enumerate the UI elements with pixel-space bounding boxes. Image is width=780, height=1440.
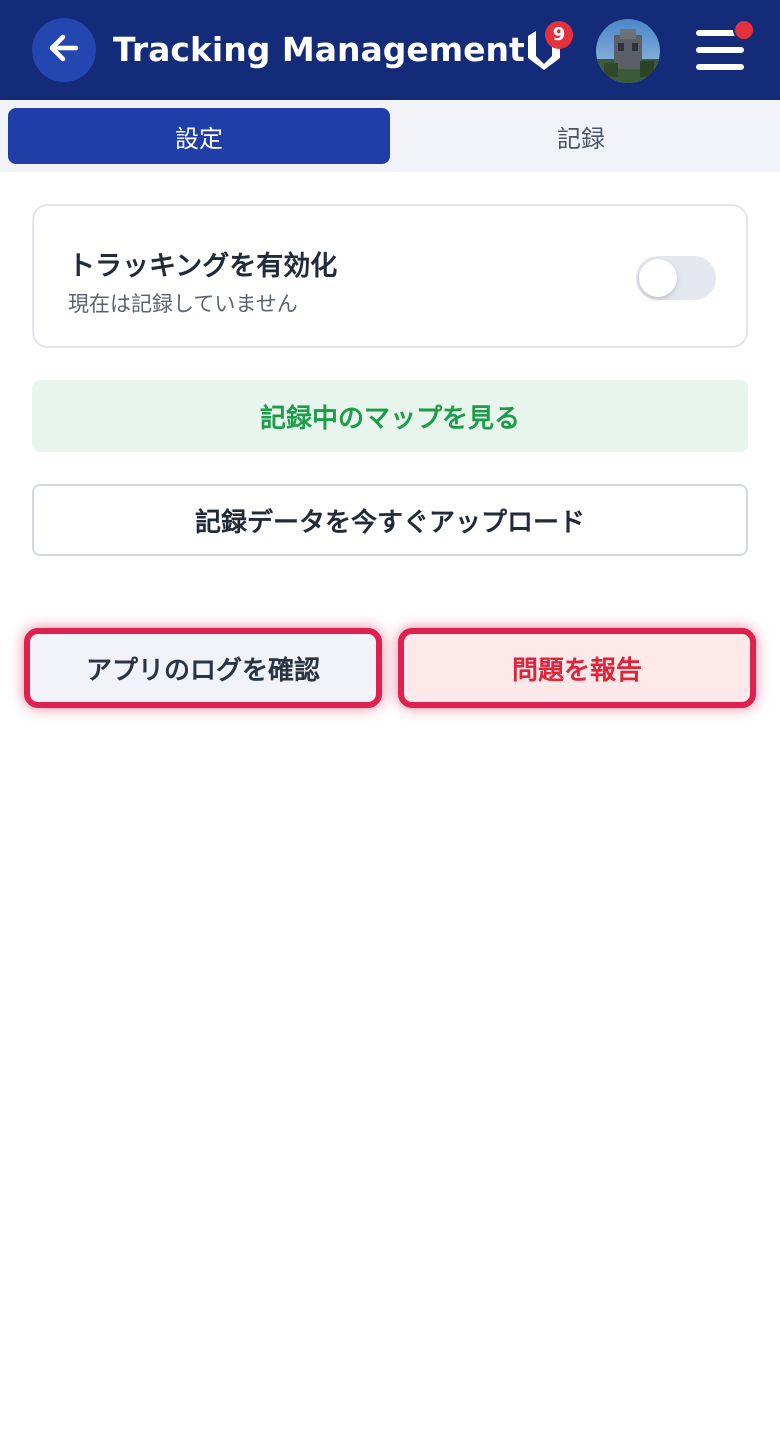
upload-data-button[interactable]: 記録データを今すぐアップロード [32,484,748,556]
app-header: Tracking Management 9 [0,0,780,100]
tracking-card: トラッキングを有効化 現在は記録していません [32,204,748,348]
tab-records[interactable]: 記録 [390,108,772,164]
toggle-knob [639,259,677,297]
back-button[interactable] [32,18,96,82]
tab-settings[interactable]: 設定 [8,108,390,164]
menu-indicator-dot [733,19,755,41]
tab-bar: 設定 記録 [0,100,780,172]
tracking-toggle[interactable] [636,256,716,300]
notification-badge: 9 [545,21,573,49]
tracking-title: トラッキングを有効化 [68,251,338,282]
tracking-status: 現在は記録していません [68,292,298,316]
shield-logo-icon [524,31,564,76]
view-logs-button[interactable]: アプリのログを確認 [24,628,382,708]
avatar[interactable] [596,19,660,83]
page-title: Tracking Management [113,30,525,69]
report-issue-button[interactable]: 問題を報告 [398,628,756,708]
arrow-left-icon [44,28,84,72]
view-map-button[interactable]: 記録中のマップを見る [32,380,748,452]
